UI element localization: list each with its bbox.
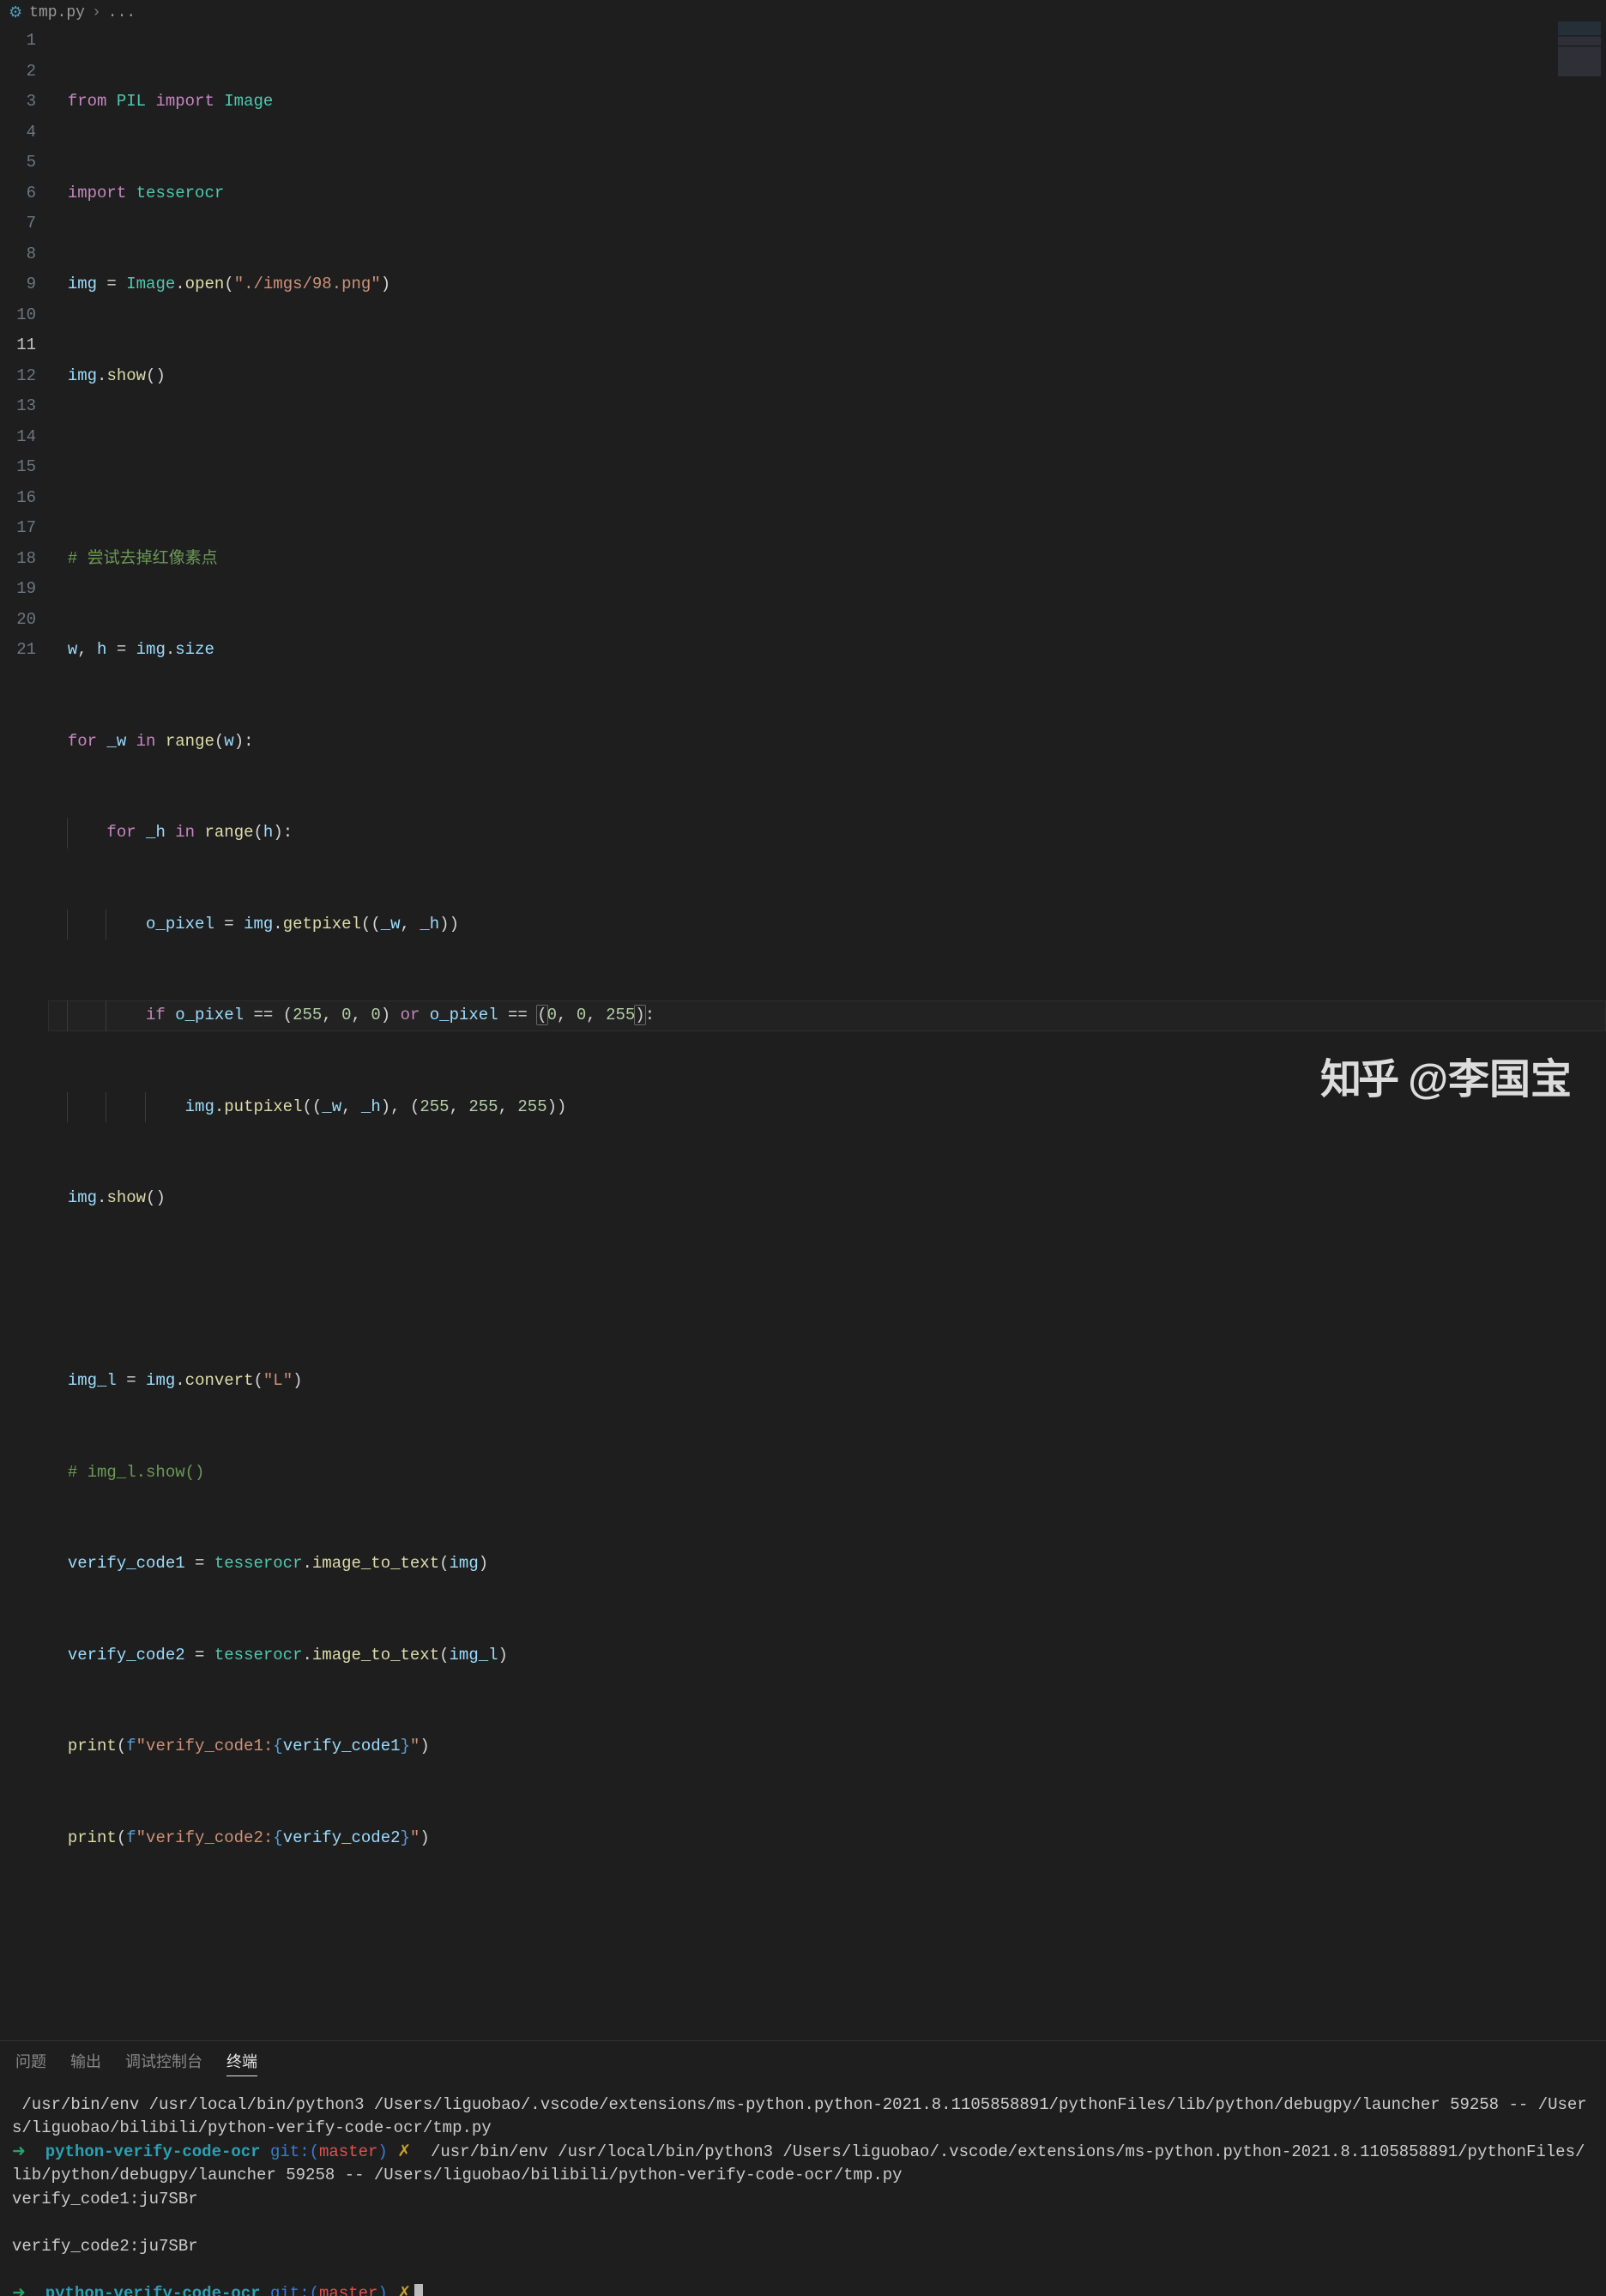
breadcrumb-file[interactable]: tmp.py bbox=[29, 4, 85, 21]
line-number: 3 bbox=[0, 87, 36, 118]
code-line[interactable] bbox=[48, 452, 1606, 483]
line-number: 13 bbox=[0, 391, 36, 422]
prompt-git-label: git:( bbox=[270, 2142, 319, 2161]
line-number: 20 bbox=[0, 605, 36, 636]
line-number: 6 bbox=[0, 178, 36, 209]
prompt-dirty-icon: ✗ bbox=[397, 2284, 411, 2296]
prompt-git-label: git:( bbox=[270, 2284, 319, 2296]
terminal-output: verify_code2:ju7SBr bbox=[12, 2237, 198, 2256]
code-line[interactable]: for _w in range(w): bbox=[48, 727, 1606, 758]
terminal-output: verify_code1:ju7SBr bbox=[12, 2190, 198, 2208]
prompt-branch: master bbox=[319, 2142, 377, 2161]
terminal-cursor bbox=[414, 2284, 423, 2296]
code-line[interactable]: img.show() bbox=[48, 361, 1606, 392]
line-number: 5 bbox=[0, 148, 36, 178]
prompt-project: python-verify-code-ocr bbox=[45, 2142, 261, 2161]
tab-debug-console[interactable]: 调试控制台 bbox=[125, 2050, 202, 2076]
line-number: 11 bbox=[0, 330, 36, 361]
prompt-project: python-verify-code-ocr bbox=[45, 2284, 261, 2296]
line-number: 1 bbox=[0, 26, 36, 57]
code-line[interactable]: if o_pixel == (255, 0, 0) or o_pixel == … bbox=[48, 1000, 1606, 1031]
line-number: 14 bbox=[0, 422, 36, 453]
prompt-branch: master bbox=[319, 2284, 377, 2296]
panel-tabs: 问题 输出 调试控制台 终端 bbox=[0, 2041, 1606, 2082]
line-number: 17 bbox=[0, 513, 36, 544]
code-area[interactable]: from PIL import Image import tesserocr i… bbox=[48, 26, 1606, 2006]
prompt-git-close: ) bbox=[377, 2284, 387, 2296]
code-line[interactable]: # img_l.show() bbox=[48, 1458, 1606, 1489]
line-number: 2 bbox=[0, 57, 36, 88]
line-number: 4 bbox=[0, 118, 36, 148]
watermark-author: @李国宝 bbox=[1408, 1045, 1572, 1105]
prompt-arrow-icon: ➜ bbox=[12, 2284, 26, 2296]
code-line[interactable]: # 尝试去掉红像素点 bbox=[48, 544, 1606, 575]
terminal-output: /usr/bin/env /usr/local/bin/python3 /Use… bbox=[12, 2095, 1587, 2138]
line-number: 9 bbox=[0, 269, 36, 300]
line-number: 7 bbox=[0, 208, 36, 239]
code-line[interactable]: verify_code1 = tesserocr.image_to_text(i… bbox=[48, 1549, 1606, 1580]
breadcrumb-more[interactable]: ... bbox=[108, 4, 136, 21]
watermark: 知乎 @李国宝 bbox=[1320, 1045, 1572, 1105]
python-file-icon: ⚙ bbox=[9, 3, 22, 22]
line-number: 10 bbox=[0, 300, 36, 331]
code-line[interactable] bbox=[48, 1275, 1606, 1306]
code-line[interactable]: img = Image.open("./imgs/98.png") bbox=[48, 269, 1606, 300]
tab-output[interactable]: 输出 bbox=[70, 2050, 101, 2076]
code-line[interactable]: img.show() bbox=[48, 1183, 1606, 1214]
tab-terminal[interactable]: 终端 bbox=[226, 2050, 257, 2076]
line-number: 19 bbox=[0, 574, 36, 605]
line-number: 8 bbox=[0, 239, 36, 270]
prompt-git-close: ) bbox=[377, 2142, 387, 2161]
code-line[interactable]: for _h in range(h): bbox=[48, 818, 1606, 849]
tab-problems[interactable]: 问题 bbox=[15, 2050, 46, 2076]
line-number: 21 bbox=[0, 635, 36, 666]
prompt-arrow-icon: ➜ bbox=[12, 2142, 26, 2161]
code-line[interactable]: print(f"verify_code1:{verify_code1}") bbox=[48, 1731, 1606, 1762]
code-line[interactable]: from PIL import Image bbox=[48, 87, 1606, 118]
minimap[interactable] bbox=[1558, 21, 1601, 90]
breadcrumb[interactable]: ⚙ tmp.py › ... bbox=[0, 0, 1606, 26]
code-line[interactable]: w, h = img.size bbox=[48, 635, 1606, 666]
line-number: 18 bbox=[0, 544, 36, 575]
line-number: 16 bbox=[0, 483, 36, 514]
line-number: 15 bbox=[0, 452, 36, 483]
line-number-gutter: 1 2 3 4 5 6 7 8 9 10 11 12 13 14 15 16 1… bbox=[0, 26, 48, 2006]
code-line[interactable]: print(f"verify_code2:{verify_code2}") bbox=[48, 1823, 1606, 1854]
code-line[interactable]: img_l = img.convert("L") bbox=[48, 1366, 1606, 1397]
terminal[interactable]: /usr/bin/env /usr/local/bin/python3 /Use… bbox=[0, 2082, 1606, 2296]
bottom-panel: 问题 输出 调试控制台 终端 /usr/bin/env /usr/local/b… bbox=[0, 2040, 1606, 2296]
code-line[interactable] bbox=[48, 1914, 1606, 1945]
code-line[interactable]: o_pixel = img.getpixel((_w, _h)) bbox=[48, 909, 1606, 940]
code-line[interactable]: verify_code2 = tesserocr.image_to_text(i… bbox=[48, 1640, 1606, 1671]
line-number: 12 bbox=[0, 361, 36, 392]
prompt-dirty-icon: ✗ bbox=[397, 2142, 411, 2161]
code-line[interactable]: import tesserocr bbox=[48, 178, 1606, 209]
breadcrumb-separator: › bbox=[92, 4, 101, 21]
code-editor[interactable]: 1 2 3 4 5 6 7 8 9 10 11 12 13 14 15 16 1… bbox=[0, 26, 1606, 2006]
zhihu-logo-icon: 知乎 bbox=[1320, 1045, 1396, 1105]
